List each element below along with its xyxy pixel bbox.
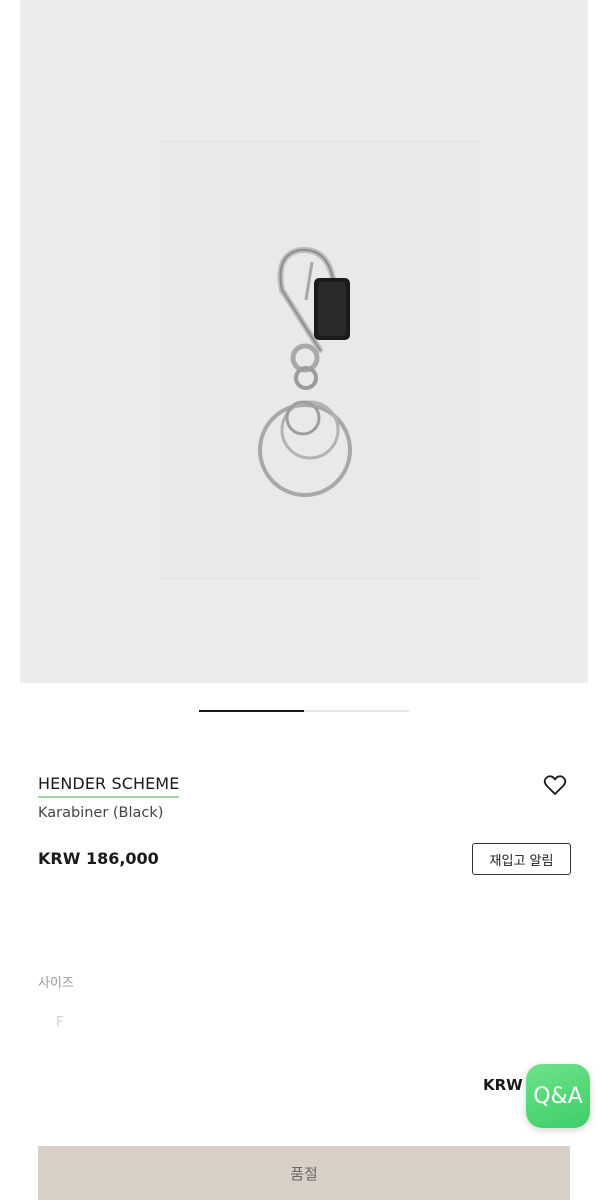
brand-name[interactable]: HENDER SCHEME <box>38 774 180 798</box>
soldout-button[interactable]: 품절 <box>38 1146 570 1200</box>
qa-floating-button[interactable]: Q&A <box>526 1064 590 1128</box>
image-pager[interactable] <box>199 710 409 712</box>
wishlist-button[interactable] <box>543 774 567 796</box>
size-option-f[interactable]: F <box>56 1014 63 1032</box>
product-name: Karabiner (Black) <box>38 805 164 821</box>
product-image[interactable] <box>20 0 588 683</box>
size-label: 사이즈 <box>38 976 74 991</box>
product-price: KRW 186,000 <box>38 849 159 868</box>
restock-alert-button[interactable]: 재입고 알림 <box>472 843 571 875</box>
image-pager-active <box>199 710 304 712</box>
carabiner-keyring-image <box>160 140 480 580</box>
heart-icon <box>543 775 567 795</box>
